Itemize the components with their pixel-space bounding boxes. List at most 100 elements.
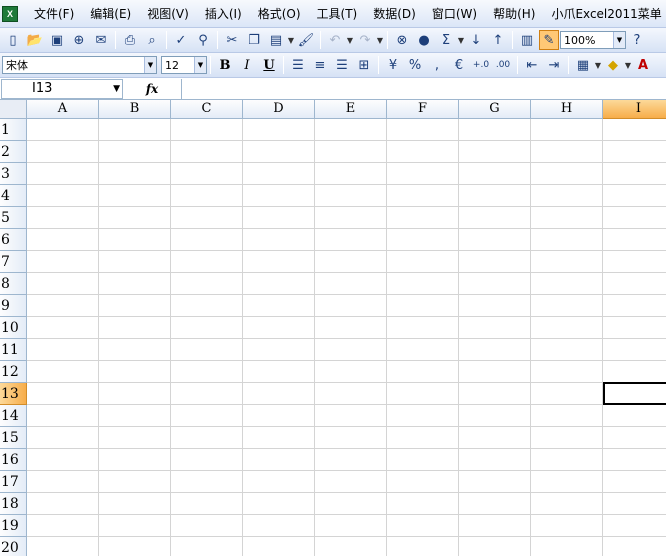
row-header-12[interactable]: 12 (0, 361, 27, 383)
column-header-E[interactable]: E (315, 100, 387, 119)
sort-ascending-icon[interactable]: ↓ (466, 30, 486, 50)
borders-dropdown-icon[interactable]: ▼ (594, 61, 602, 70)
euro-button[interactable]: € (449, 55, 469, 75)
increase-decimal-button[interactable]: +.0 (471, 55, 491, 75)
spelling-icon[interactable]: ✓ (171, 30, 191, 50)
menu-addin[interactable]: 小爪Excel2011菜单 (543, 3, 665, 25)
paste-dropdown-icon[interactable]: ▼ (287, 36, 295, 45)
column-header-A[interactable]: A (27, 100, 99, 119)
font-size-combo[interactable]: 12 ▼ (161, 56, 207, 74)
excel-app-icon[interactable]: X (2, 5, 18, 22)
row-header-3[interactable]: 3 (0, 163, 27, 185)
undo-icon[interactable]: ↶ (325, 30, 345, 50)
undo-dropdown-icon[interactable]: ▼ (346, 36, 354, 45)
column-header-G[interactable]: G (459, 100, 531, 119)
row-header-10[interactable]: 10 (0, 317, 27, 339)
help-icon[interactable]: ? (627, 30, 647, 50)
cell-area[interactable] (27, 119, 666, 556)
column-header-B[interactable]: B (99, 100, 171, 119)
row-header-19[interactable]: 19 (0, 515, 27, 537)
zoom-combo[interactable]: 100% ▼ (560, 31, 626, 49)
row-header-2[interactable]: 2 (0, 141, 27, 163)
menu-tools[interactable]: 工具(T) (309, 3, 366, 25)
align-right-icon[interactable]: ☰ (332, 55, 352, 75)
row-header-5[interactable]: 5 (0, 207, 27, 229)
row-header-9[interactable]: 9 (0, 295, 27, 317)
email-icon[interactable]: ✉ (91, 30, 111, 50)
decrease-indent-icon[interactable]: ⇤ (522, 55, 542, 75)
new-icon[interactable]: ▯ (3, 30, 23, 50)
bold-button[interactable]: B (215, 55, 235, 75)
menu-insert[interactable]: 插入(I) (197, 3, 250, 25)
row-header-16[interactable]: 16 (0, 449, 27, 471)
name-box-dropdown-icon[interactable]: ▼ (113, 80, 120, 98)
chart-wizard-icon[interactable]: ▥ (517, 30, 537, 50)
hyperlink-icon[interactable]: ⊗ (392, 30, 412, 50)
menu-file[interactable]: 文件(F) (26, 3, 82, 25)
redo-dropdown-icon[interactable]: ▼ (376, 36, 384, 45)
row-header-13[interactable]: 13 (0, 383, 27, 405)
insert-function-button[interactable]: fx (123, 82, 181, 96)
fill-color-icon[interactable]: ◆ (603, 55, 623, 75)
font-name-combo[interactable]: 宋体 ▼ (2, 56, 157, 74)
menu-data[interactable]: 数据(D) (365, 3, 424, 25)
row-header-6[interactable]: 6 (0, 229, 27, 251)
select-all-button[interactable] (0, 100, 27, 119)
sort-descending-icon[interactable]: ↑ (488, 30, 508, 50)
autosum-icon[interactable]: Σ (436, 30, 456, 50)
menu-help[interactable]: 帮助(H) (485, 3, 543, 25)
row-header-20[interactable]: 20 (0, 537, 27, 556)
column-header-F[interactable]: F (387, 100, 459, 119)
column-header-I[interactable]: I (603, 100, 666, 119)
row-header-14[interactable]: 14 (0, 405, 27, 427)
active-cell-I13[interactable] (603, 382, 666, 405)
currency-icon[interactable]: ¥ (383, 55, 403, 75)
merge-center-icon[interactable]: ⊞ (354, 55, 374, 75)
row-header-8[interactable]: 8 (0, 273, 27, 295)
row-header-4[interactable]: 4 (0, 185, 27, 207)
formula-input[interactable] (181, 78, 666, 99)
drawing-icon[interactable]: ✎ (539, 30, 559, 50)
column-header-D[interactable]: D (243, 100, 315, 119)
menu-view[interactable]: 视图(V) (139, 3, 197, 25)
zoom-dropdown-icon[interactable]: ▼ (613, 32, 625, 48)
copy-icon[interactable]: ❐ (244, 30, 264, 50)
row-header-15[interactable]: 15 (0, 427, 27, 449)
redo-icon[interactable]: ↷ (355, 30, 375, 50)
font-name-dropdown-icon[interactable]: ▼ (144, 57, 156, 73)
decrease-decimal-button[interactable]: .00 (493, 55, 513, 75)
fill-color-dropdown-icon[interactable]: ▼ (624, 61, 632, 70)
row-header-1[interactable]: 1 (0, 119, 27, 141)
open-icon[interactable]: 📂 (25, 30, 45, 50)
paste-icon[interactable]: ▤ (266, 30, 286, 50)
row-header-11[interactable]: 11 (0, 339, 27, 361)
web-icon[interactable]: ● (414, 30, 434, 50)
italic-button[interactable]: I (237, 55, 257, 75)
row-header-17[interactable]: 17 (0, 471, 27, 493)
row-header-7[interactable]: 7 (0, 251, 27, 273)
menu-edit[interactable]: 编辑(E) (82, 3, 139, 25)
font-size-dropdown-icon[interactable]: ▼ (194, 57, 206, 73)
format-painter-icon[interactable]: 🖌 (296, 30, 316, 50)
comma-button[interactable]: , (427, 55, 447, 75)
align-left-icon[interactable]: ☰ (288, 55, 308, 75)
underline-button[interactable]: U (259, 55, 279, 75)
column-header-H[interactable]: H (531, 100, 603, 119)
percent-button[interactable]: % (405, 55, 425, 75)
row-header-18[interactable]: 18 (0, 493, 27, 515)
save-icon[interactable]: ▣ (47, 30, 67, 50)
print-preview-icon[interactable]: ⌕ (142, 30, 162, 50)
permission-icon[interactable]: ⊕ (69, 30, 89, 50)
research-icon[interactable]: ⚲ (193, 30, 213, 50)
column-header-C[interactable]: C (171, 100, 243, 119)
name-box[interactable]: I13 ▼ (1, 78, 123, 99)
autosum-dropdown-icon[interactable]: ▼ (457, 36, 465, 45)
align-center-icon[interactable]: ≡ (310, 55, 330, 75)
increase-indent-icon[interactable]: ⇥ (544, 55, 564, 75)
font-color-icon[interactable]: A (633, 55, 653, 75)
menu-format[interactable]: 格式(O) (250, 3, 309, 25)
menu-window[interactable]: 窗口(W) (424, 3, 485, 25)
print-icon[interactable]: ⎙ (120, 30, 140, 50)
borders-icon[interactable]: ▦ (573, 55, 593, 75)
cut-icon[interactable]: ✂ (222, 30, 242, 50)
